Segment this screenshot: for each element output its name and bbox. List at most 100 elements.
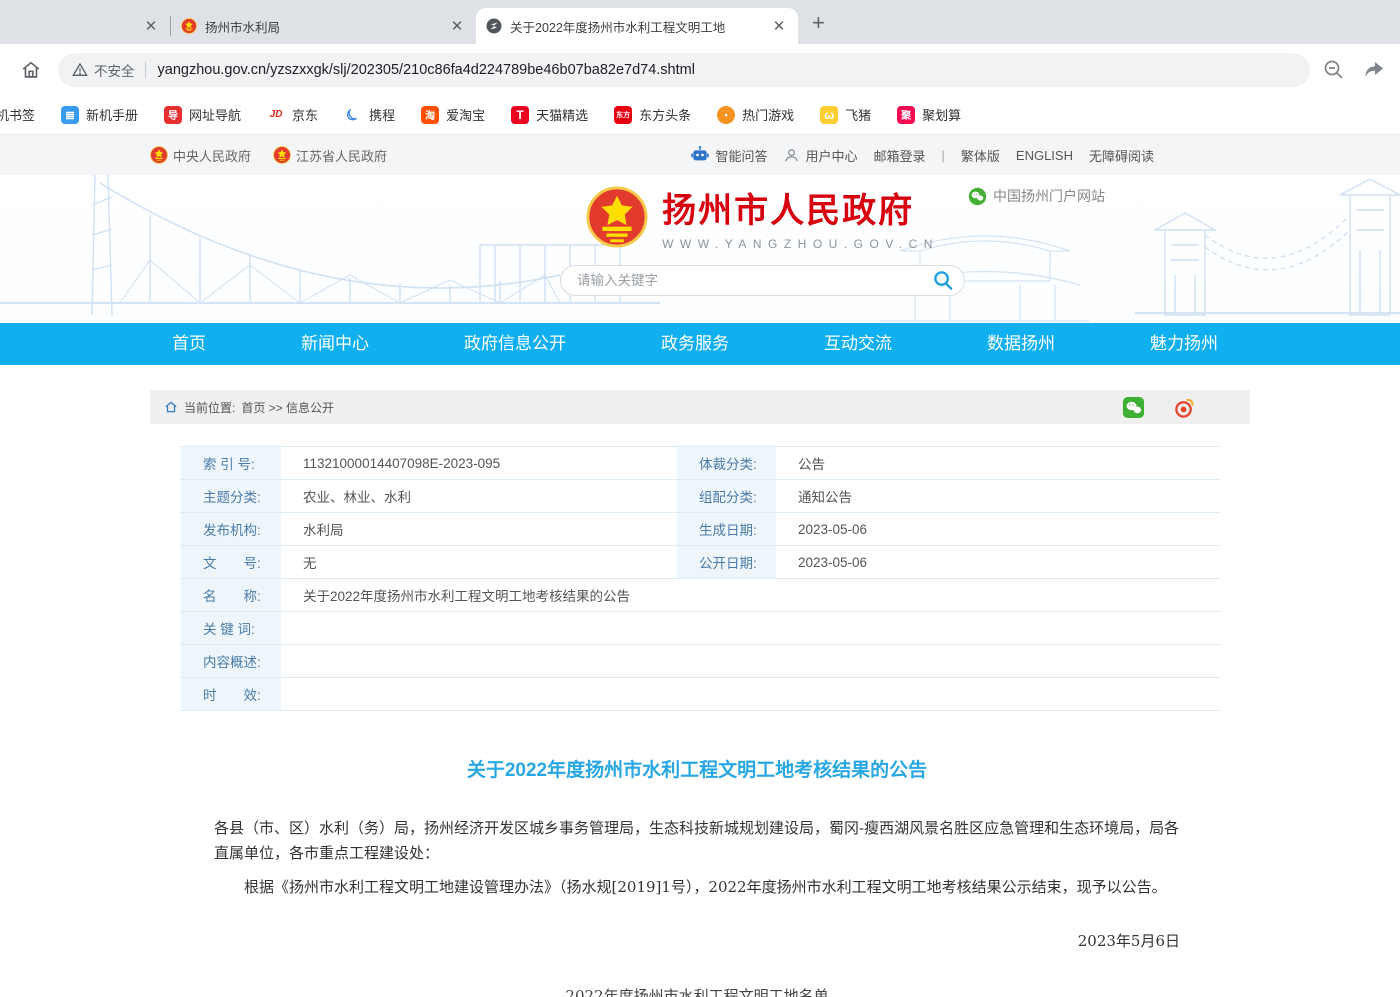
table-row: 名 称: 关于2022年度扬州市水利工程文明工地考核结果的公告 <box>180 579 1220 612</box>
link-central-government[interactable]: 中央人民政府 <box>150 146 251 165</box>
subject-category-value: 农业、林业、水利 <box>283 480 676 512</box>
row-label: 索 引 号: <box>180 447 283 479</box>
summary-value <box>283 645 1220 677</box>
breadcrumb: 当前位置: 首页 >> 信息公开 <box>150 390 1250 424</box>
bookmark-tmall[interactable]: T 天猫精选 <box>498 105 601 124</box>
nav-data-yangzhou[interactable]: 数据扬州 <box>987 323 1055 365</box>
nav-gov-services[interactable]: 政务服务 <box>661 323 729 365</box>
smart-qa-link[interactable]: 智能问答 <box>690 145 767 165</box>
table-row: 内容概述: <box>180 645 1220 678</box>
tab-close-icon[interactable]: ✕ <box>448 17 466 35</box>
tab-close-icon[interactable]: ✕ <box>142 17 160 35</box>
traditional-chinese-link[interactable]: 繁体版 <box>961 146 1000 165</box>
bookmark-ctrip[interactable]: ☾ 携程 <box>331 105 408 124</box>
row-label: 文 号: <box>180 546 283 578</box>
breadcrumb-home-icon[interactable] <box>164 400 178 414</box>
table-row: 关 键 词: <box>180 612 1220 645</box>
nav-charm-yangzhou[interactable]: 魅力扬州 <box>1150 323 1218 365</box>
index-number-value: 11321000014407098E-2023-095 <box>283 447 676 479</box>
site-search <box>560 265 965 296</box>
bookmark-eastday[interactable]: 东方 东方头条 <box>601 105 704 124</box>
tab-water-bureau[interactable]: 扬州市水利局 ✕ <box>171 8 476 44</box>
bookmark-label: 天猫精选 <box>536 105 588 124</box>
main-navigation: 首页 新闻中心 政府信息公开 政务服务 互动交流 数据扬州 魅力扬州 <box>0 323 1400 365</box>
url-omnibox[interactable]: 不安全 yangzhou.gov.cn/yzszxxgk/slj/202305/… <box>58 53 1310 87</box>
row-label: 组配分类: <box>676 480 778 512</box>
site-favicon <box>486 18 502 34</box>
tab-title: 扬州市水利局 <box>205 17 440 36</box>
gov-link-label: 江苏省人民政府 <box>296 146 387 165</box>
row-label: 公开日期: <box>676 546 778 578</box>
browser-tab-strip: ✕ 扬州市水利局 ✕ 关于2022年度扬州市水利工程文明工地 ✕ + <box>0 0 1400 44</box>
portal-link[interactable]: 中国扬州门户网站 <box>968 186 1105 206</box>
breadcrumb-path[interactable]: 首页 >> 信息公开 <box>241 399 334 416</box>
link-jiangsu-government[interactable]: 江苏省人民政府 <box>273 146 387 165</box>
wechat-share-icon[interactable] <box>1122 396 1145 419</box>
jd-icon: JD <box>267 106 285 124</box>
keywords-value <box>283 612 1220 644</box>
weibo-share-icon[interactable] <box>1173 396 1196 419</box>
nav-gov-info-disclosure[interactable]: 政府信息公开 <box>464 323 566 365</box>
article-title: 关于2022年度扬州市水利工程文明工地考核结果的公告 <box>214 755 1180 782</box>
bookmark-fliggy[interactable]: ω 飞猪 <box>807 105 884 124</box>
bookmark-label: 京东 <box>292 105 318 124</box>
nav-home[interactable]: 首页 <box>172 323 206 365</box>
omnibox-divider <box>145 61 146 79</box>
url-text: yangzhou.gov.cn/yzszxxgk/slj/202305/210c… <box>158 62 695 78</box>
bookmark-label: 携程 <box>369 105 395 124</box>
bookmark-phone-bookmarks[interactable]: 机书签 <box>0 105 48 124</box>
new-tab-button[interactable]: + <box>812 10 825 36</box>
security-label: 不安全 <box>94 60 135 80</box>
bookmark-hot-games[interactable]: ▪ 热门游戏 <box>704 105 807 124</box>
english-link[interactable]: ENGLISH <box>1016 148 1073 163</box>
bookmark-aitaobao[interactable]: 淘 爱淘宝 <box>408 105 498 124</box>
table-row: 发布机构: 水利局 生成日期: 2023-05-06 <box>180 513 1220 546</box>
search-input[interactable] <box>560 265 965 296</box>
juhuasuan-icon: 聚 <box>897 106 915 124</box>
bookmark-label: 聚划算 <box>922 105 961 124</box>
row-label: 生成日期: <box>676 513 778 545</box>
table-row: 主题分类: 农业、林业、水利 组配分类: 通知公告 <box>180 480 1220 513</box>
bookmark-new-phone-manual[interactable]: ≣ 新机手册 <box>48 105 151 124</box>
utility-divider: | <box>942 148 945 163</box>
bookmark-jd[interactable]: JD 京东 <box>254 105 331 124</box>
eastday-icon: 东方 <box>614 106 632 124</box>
bookmark-label: 新机手册 <box>86 105 138 124</box>
search-icon[interactable] <box>932 269 955 292</box>
bookmark-label: 爱淘宝 <box>446 105 485 124</box>
site-url: WWW.YANGZHOU.GOV.CN <box>662 237 939 251</box>
gov-link-label: 中央人民政府 <box>173 146 251 165</box>
bookmark-juhuasuan[interactable]: 聚 聚划算 <box>884 105 974 124</box>
gov-emblem-favicon <box>181 18 197 34</box>
generate-date-value: 2023-05-06 <box>778 513 1220 545</box>
user-center-link[interactable]: 用户中心 <box>783 146 857 165</box>
mail-login-link[interactable]: 邮箱登录 <box>873 146 925 165</box>
bookmark-label: 飞猪 <box>845 105 871 124</box>
share-icon[interactable] <box>1362 58 1386 82</box>
tab-partial[interactable]: ✕ <box>0 8 170 44</box>
doc-number-value: 无 <box>283 546 676 578</box>
tab-close-icon[interactable]: ✕ <box>770 17 788 35</box>
robot-icon <box>690 145 710 165</box>
tab-active-announcement[interactable]: 关于2022年度扬州市水利工程文明工地 ✕ <box>476 8 798 44</box>
row-label: 时 效: <box>180 678 283 710</box>
bookmark-url-navigation[interactable]: 导 网址导航 <box>151 105 254 124</box>
zoom-out-icon[interactable] <box>1322 58 1346 82</box>
article-body: 关于2022年度扬州市水利工程文明工地考核结果的公告 各县（市、区）水利（务）局… <box>150 755 1250 997</box>
address-bar: 不安全 yangzhou.gov.cn/yzszxxgk/slj/202305/… <box>0 44 1400 95</box>
fliggy-pig-icon: ω <box>820 106 838 124</box>
user-icon <box>783 147 800 164</box>
genre-category-value: 公告 <box>778 447 1220 479</box>
article-paragraph: 各县（市、区）水利（务）局，扬州经济开发区城乡事务管理局，生态科技新城规划建设局… <box>214 816 1180 866</box>
bookmark-label: 东方头条 <box>639 105 691 124</box>
nav-news-center[interactable]: 新闻中心 <box>301 323 369 365</box>
group-category-value: 通知公告 <box>778 480 1220 512</box>
site-logo[interactable]: 扬州市人民政府 WWW.YANGZHOU.GOV.CN <box>560 183 965 251</box>
home-icon[interactable] <box>20 59 42 81</box>
document-info-table: 索 引 号: 11321000014407098E-2023-095 体裁分类:… <box>180 446 1220 711</box>
accessibility-link[interactable]: 无障碍阅读 <box>1089 146 1154 165</box>
issuing-agency-value: 水利局 <box>283 513 676 545</box>
tmall-icon: T <box>511 106 529 124</box>
taobao-icon: 淘 <box>421 106 439 124</box>
nav-interaction[interactable]: 互动交流 <box>824 323 892 365</box>
